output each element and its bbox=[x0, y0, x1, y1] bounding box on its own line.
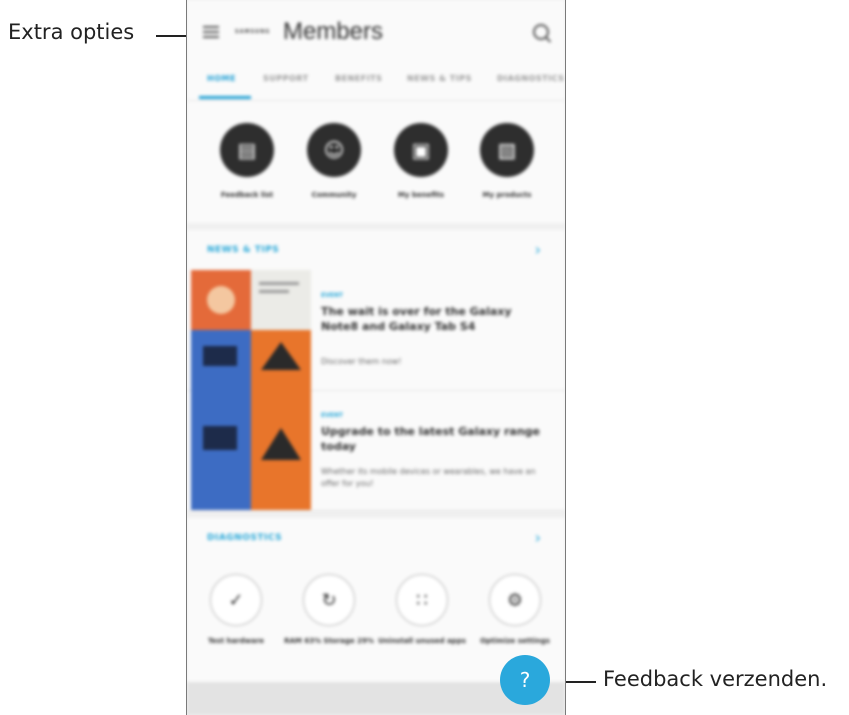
chevron-right-icon[interactable]: › bbox=[535, 528, 541, 547]
news-body: Whether its mobile devices or wearables,… bbox=[321, 467, 536, 488]
news-category: EVENT bbox=[321, 412, 343, 419]
quick-action-community[interactable]: ☺ Community bbox=[294, 123, 374, 199]
callout-feedback-verzenden: Feedback verzenden. bbox=[603, 667, 828, 691]
callout-extra-opties: Extra opties bbox=[8, 20, 135, 44]
hamburger-menu-icon[interactable] bbox=[203, 26, 219, 38]
news-thumbnail bbox=[191, 270, 311, 390]
tab-home[interactable]: HOME bbox=[207, 74, 236, 83]
diagnostic-optimize-settings[interactable]: ⚙ Optimize settings bbox=[470, 574, 560, 646]
document-icon: ▤ bbox=[220, 123, 274, 177]
quick-actions: ▤ Feedback list ☺ Community ▣ My benefit… bbox=[187, 100, 565, 223]
quick-action-label: Feedback list bbox=[220, 191, 274, 199]
tab-bar: HOME SUPPORT BENEFITS NEWS & TIPS DIAGNO… bbox=[187, 62, 565, 100]
refresh-icon: ↻ bbox=[303, 574, 355, 626]
news-tips-header[interactable]: NEWS & TIPS › bbox=[187, 230, 565, 270]
search-icon[interactable] bbox=[533, 24, 549, 40]
quick-action-label: My products bbox=[482, 191, 532, 199]
diagnostics-header[interactable]: DIAGNOSTICS › bbox=[187, 518, 565, 558]
news-body: Discover them now! bbox=[321, 357, 402, 366]
tab-news-tips[interactable]: NEWS & TIPS bbox=[407, 74, 472, 83]
diagnostic-label: RAM 63% Storage 29% bbox=[284, 637, 374, 645]
diagnostic-uninstall-apps[interactable]: ∷ Uninstall unused apps bbox=[377, 574, 467, 646]
phone-screen: SAMSUNG Members HOME SUPPORT BENEFITS NE… bbox=[186, 0, 566, 715]
help-icon: ? bbox=[519, 668, 531, 692]
diagnostic-label: Uninstall unused apps bbox=[378, 637, 466, 645]
quick-action-label: Community bbox=[311, 191, 357, 199]
diagnostic-test-hardware[interactable]: ✓ Test hardware bbox=[191, 574, 281, 646]
quick-action-my-benefits[interactable]: ▣ My benefits bbox=[381, 123, 461, 199]
settings-gear-icon: ⚙ bbox=[489, 574, 541, 626]
community-icon: ☺ bbox=[307, 123, 361, 177]
chevron-right-icon[interactable]: › bbox=[535, 240, 541, 259]
tab-benefits[interactable]: BENEFITS bbox=[335, 74, 382, 83]
news-item[interactable]: EVENT Upgrade to the latest Galaxy range… bbox=[187, 390, 565, 511]
check-icon: ✓ bbox=[210, 574, 262, 626]
news-title: The wait is over for the Galaxy Note8 an… bbox=[321, 305, 512, 333]
apps-icon: ∷ bbox=[396, 574, 448, 626]
devices-icon: ▧ bbox=[480, 123, 534, 177]
tab-diagnostics[interactable]: DIAGNOSTICS bbox=[497, 74, 564, 83]
feedback-button[interactable]: ? bbox=[500, 655, 550, 705]
news-list: EVENT The wait is over for the Galaxy No… bbox=[187, 270, 565, 511]
diagnostic-label: Optimize settings bbox=[480, 637, 550, 645]
news-title: Upgrade to the latest Galaxy range today bbox=[321, 425, 541, 453]
quick-action-my-products[interactable]: ▧ My products bbox=[467, 123, 547, 199]
app-screen-blurred: SAMSUNG Members HOME SUPPORT BENEFITS NE… bbox=[187, 0, 565, 715]
tab-support[interactable]: SUPPORT bbox=[263, 74, 309, 83]
news-thumbnail bbox=[191, 390, 311, 510]
diagnostic-label: Test hardware bbox=[207, 637, 265, 645]
active-tab-indicator bbox=[199, 96, 251, 99]
news-category: EVENT bbox=[321, 292, 343, 299]
section-title: DIAGNOSTICS bbox=[207, 533, 283, 543]
app-title: Members bbox=[283, 18, 384, 45]
diagnostic-ram-storage[interactable]: ↻ RAM 63% Storage 29% bbox=[284, 574, 374, 646]
section-title: NEWS & TIPS bbox=[207, 245, 280, 255]
quick-action-feedback-list[interactable]: ▤ Feedback list bbox=[207, 123, 287, 199]
quick-action-label: My benefits bbox=[397, 191, 445, 199]
brand-label: SAMSUNG bbox=[235, 29, 271, 35]
gift-icon: ▣ bbox=[394, 123, 448, 177]
news-item[interactable]: EVENT The wait is over for the Galaxy No… bbox=[187, 270, 565, 391]
app-bar: SAMSUNG Members bbox=[187, 0, 565, 62]
